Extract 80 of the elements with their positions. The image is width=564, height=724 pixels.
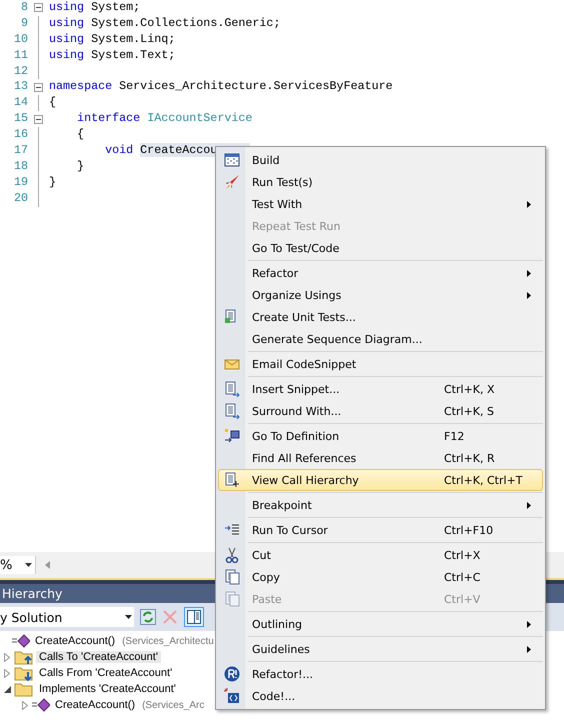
menu-item[interactable]: Guidelines: [218, 638, 543, 660]
menu-item[interactable]: Cut Ctrl+X: [218, 544, 543, 566]
menu-item[interactable]: Find All References Ctrl+K, R: [218, 447, 543, 469]
collapse-icon[interactable]: [34, 3, 43, 12]
menu-item[interactable]: Email CodeSnippet: [218, 353, 543, 375]
code-line: {: [76, 127, 84, 144]
zoom-dropdown[interactable]: %: [0, 556, 36, 574]
collapse-icon[interactable]: [34, 114, 43, 124]
expand-arrow-icon[interactable]: [4, 652, 10, 662]
menu-item[interactable]: Organize Usings: [218, 284, 543, 306]
code-line: using System.Linq;: [49, 32, 176, 48]
document-arrow-icon: [224, 403, 240, 419]
code-line: {: [49, 95, 56, 112]
code-line: }: [49, 174, 56, 191]
line-number: 17: [12, 143, 28, 159]
line-number: 18: [12, 158, 28, 175]
circle-badge-icon: [224, 666, 240, 682]
menu-item[interactable]: Go To Definition F12: [218, 425, 543, 447]
collapse-arrow-icon[interactable]: [4, 686, 10, 692]
expand-arrow-icon[interactable]: [4, 668, 10, 678]
caret-icon[interactable]: [25, 563, 32, 567]
line-number: 16: [12, 127, 28, 144]
line-number: 20: [12, 190, 28, 207]
menu-item[interactable]: Refactor: [218, 262, 543, 284]
menu-item[interactable]: Test With: [218, 193, 543, 215]
code-line: namespace Services_Architecture.ServicesByFeature: [49, 79, 393, 96]
tree-item[interactable]: Calls From 'CreateAccount': [36, 667, 176, 679]
tree-item-detail: (Services_Architectu: [122, 636, 214, 646]
tree-item[interactable]: CreateAccount(): [32, 635, 118, 647]
collapse-icon[interactable]: [34, 82, 43, 92]
code-line: interface IAccountService: [76, 111, 252, 128]
scissors-icon: [224, 547, 240, 563]
line-number: 11: [12, 48, 28, 64]
menu-item[interactable]: Create Unit Tests...: [218, 306, 543, 328]
tree-item[interactable]: Implements 'CreateAccount': [36, 683, 179, 695]
menu-item[interactable]: Generate Sequence Diagram...: [218, 328, 543, 350]
code-line: using System;: [49, 0, 140, 16]
line-number: 8: [20, 0, 28, 16]
method-icon: [32, 698, 50, 712]
code-line: using System.Collections.Generic;: [49, 16, 280, 32]
menu-item[interactable]: Run Test(s): [218, 171, 543, 193]
menu-item[interactable]: Outlining: [218, 613, 543, 635]
line-number: 13: [12, 79, 28, 96]
paste-icon: [224, 591, 240, 607]
menu-item[interactable]: Code!...: [218, 685, 543, 707]
grid-window-icon: [224, 152, 240, 168]
document-plus-icon: [224, 472, 240, 488]
brace-square-icon: [224, 688, 240, 704]
line-number: 12: [12, 64, 28, 80]
menu-item[interactable]: Go To Test/Code: [218, 237, 543, 259]
menu-item[interactable]: View Call Hierarchy Ctrl+K, Ctrl+T: [218, 469, 543, 491]
square-arrow-icon: [224, 428, 240, 444]
copy-icon: [224, 569, 240, 585]
layout-icon[interactable]: [184, 607, 204, 627]
folder-up-icon: [14, 649, 34, 665]
tree-item[interactable]: Calls To 'CreateAccount': [36, 651, 161, 663]
folder-down-icon: [14, 665, 34, 681]
menu-item[interactable]: Build: [218, 149, 543, 171]
menu-item[interactable]: Run To Cursor Ctrl+F10: [218, 519, 543, 541]
line-number: 15: [12, 111, 28, 128]
code-line: }: [76, 158, 84, 175]
menu-item[interactable]: Insert Snippet... Ctrl+K, X: [218, 378, 543, 400]
menu-item[interactable]: Surround With... Ctrl+K, S: [218, 400, 543, 422]
caret-icon[interactable]: [125, 615, 132, 619]
refresh-icon[interactable]: [140, 609, 156, 625]
code-line: using System.Text;: [49, 48, 176, 64]
line-number: 14: [12, 95, 28, 112]
folder-icon: [14, 681, 34, 697]
scope-dropdown[interactable]: y Solution: [0, 607, 134, 627]
line-number: 19: [12, 174, 28, 191]
menu-item[interactable]: Refactor!...: [218, 663, 543, 685]
line-number: 10: [12, 32, 28, 48]
menu-item[interactable]: Breakpoint: [218, 494, 543, 516]
method-icon: [12, 634, 30, 648]
tree-item-detail: (Services_Arc: [142, 700, 204, 710]
line-number: 9: [20, 16, 28, 32]
document-arrow-icon: [224, 381, 240, 397]
expand-arrow-icon[interactable]: [22, 700, 28, 710]
rocket-icon: [224, 174, 240, 190]
tree-item[interactable]: CreateAccount(): [52, 699, 138, 711]
